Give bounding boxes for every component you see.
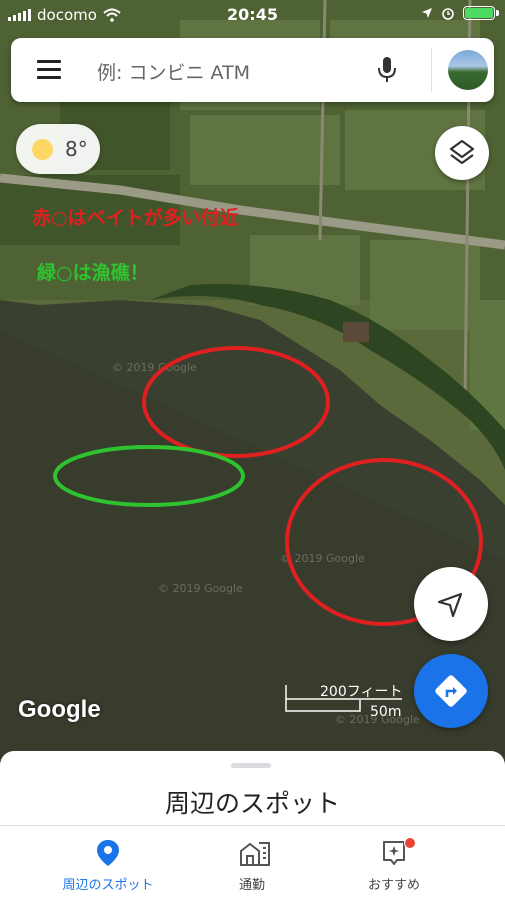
bottom-tab-bar: 周辺のスポット 通勤 おすすめ bbox=[0, 825, 505, 900]
sheet-title: 周辺のスポット bbox=[164, 789, 340, 818]
layers-icon bbox=[449, 139, 475, 165]
search-divider bbox=[431, 48, 432, 92]
directions-icon bbox=[435, 675, 467, 707]
green-circle-note: 緑○は漁礁！ bbox=[37, 262, 149, 284]
satellite-map[interactable]: © 2019 Google © 2019 Google © 2019 Googl… bbox=[0, 0, 505, 760]
status-bar: docomo 20:45 bbox=[0, 0, 505, 30]
layers-button[interactable] bbox=[435, 126, 489, 180]
notification-badge bbox=[404, 837, 416, 849]
tab-label: おすすめ bbox=[367, 878, 420, 893]
map-imagery: © 2019 Google © 2019 Google © 2019 Googl… bbox=[0, 0, 505, 760]
scale-meters-label: 50m bbox=[370, 704, 402, 720]
tab-for-you[interactable]: おすすめ bbox=[324, 826, 464, 900]
alarm-icon bbox=[442, 8, 454, 20]
map-watermark: © 2019 Google bbox=[280, 552, 365, 565]
commute-icon bbox=[240, 842, 270, 866]
microphone-icon[interactable] bbox=[375, 54, 399, 86]
battery-icon bbox=[463, 6, 499, 20]
account-avatar[interactable] bbox=[448, 50, 488, 90]
tab-label: 通勤 bbox=[238, 878, 265, 893]
weather-chip[interactable]: 8° bbox=[16, 124, 100, 174]
map-watermark: © 2019 Google bbox=[112, 361, 197, 374]
navigation-arrow-icon bbox=[437, 592, 463, 618]
tab-commute[interactable]: 通勤 bbox=[182, 826, 322, 900]
menu-icon[interactable] bbox=[37, 60, 61, 80]
search-bar[interactable]: 例: コンビニ ATM bbox=[11, 38, 494, 102]
sun-icon bbox=[32, 139, 53, 160]
tab-explore[interactable]: 周辺のスポット bbox=[38, 826, 178, 900]
scale-feet-label: 200フィート bbox=[320, 684, 403, 700]
sheet-handle[interactable] bbox=[231, 763, 271, 768]
map-scale: 200フィート 50m bbox=[284, 680, 410, 724]
my-location-button[interactable] bbox=[414, 567, 488, 641]
location-arrow-icon bbox=[422, 8, 432, 18]
place-pin-icon bbox=[97, 840, 119, 866]
google-logo: Google bbox=[18, 696, 101, 723]
temperature: 8° bbox=[65, 137, 88, 161]
directions-button[interactable] bbox=[414, 654, 488, 728]
tab-label: 周辺のスポット bbox=[62, 878, 154, 893]
map-watermark: © 2019 Google bbox=[158, 582, 243, 595]
red-circle-note: 赤○はベイトが多い付近 bbox=[32, 207, 239, 229]
search-input[interactable]: 例: コンビニ ATM bbox=[97, 58, 250, 85]
